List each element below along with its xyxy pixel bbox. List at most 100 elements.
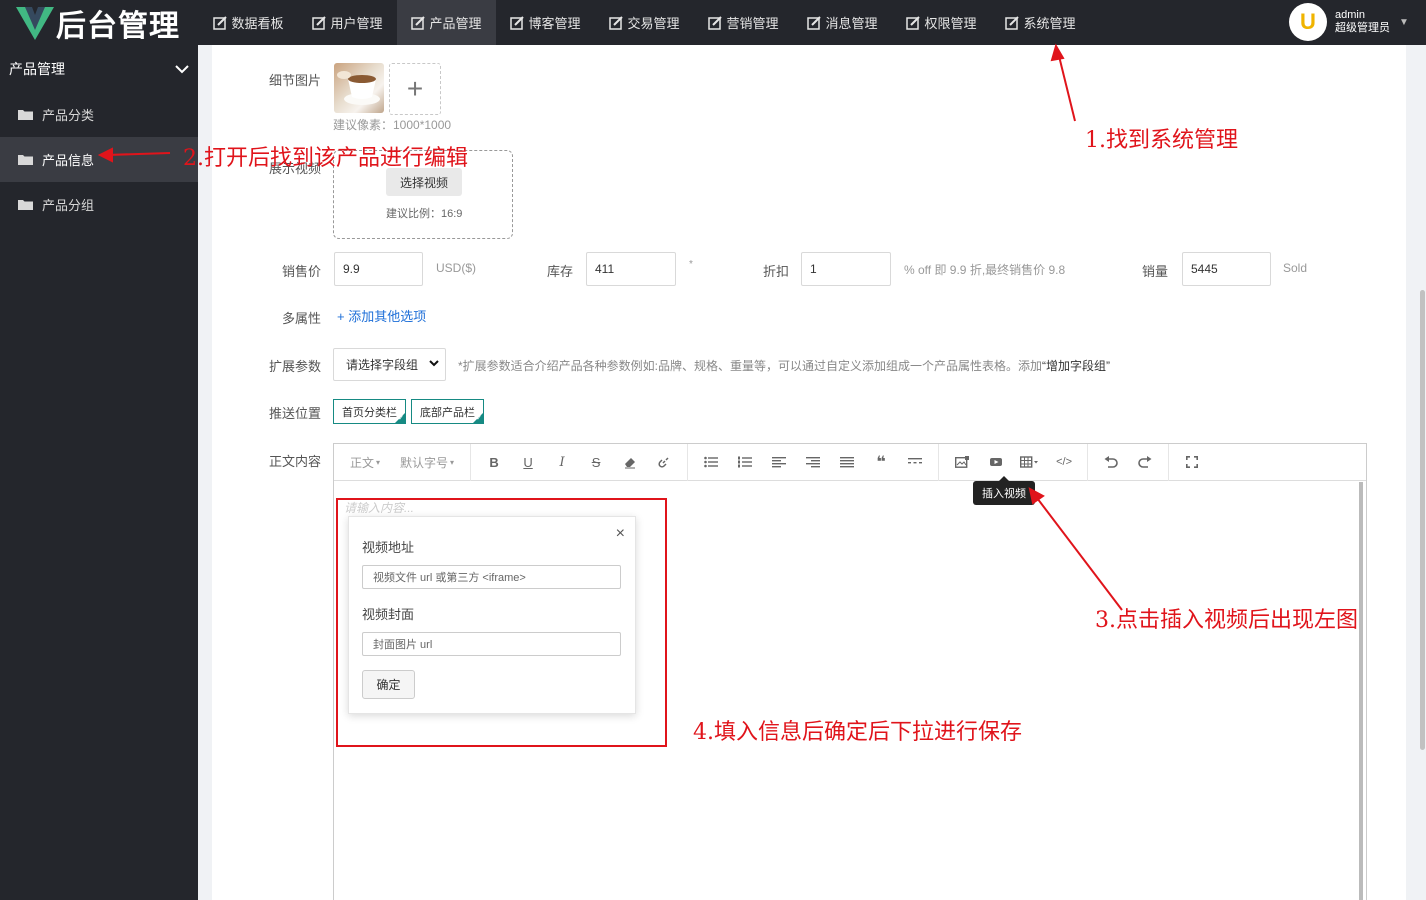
discount-input[interactable]: 1 xyxy=(801,252,891,286)
push-tag-bottom[interactable]: 底部产品栏 ✓ xyxy=(411,399,484,424)
insert-video-icon[interactable] xyxy=(979,444,1013,481)
folder-icon xyxy=(18,155,33,165)
nav-label: 系统管理 xyxy=(1023,16,1076,31)
page-scrollbar[interactable] xyxy=(1420,290,1425,750)
folder-icon xyxy=(18,200,33,210)
edit-icon xyxy=(807,15,822,30)
nav-item-users[interactable]: 用户管理 xyxy=(298,0,397,45)
detail-images-hint: 建议像素：1000*1000 xyxy=(333,118,452,132)
ext-params-hint: *扩展参数适合介绍产品各种参数例如:品牌、规格、重量等，可以通过自定义添加组成一… xyxy=(458,357,1110,374)
sidebar-item-product-info[interactable]: 产品信息 xyxy=(0,137,198,182)
undo-icon[interactable] xyxy=(1094,444,1128,481)
sidebar-item-category[interactable]: 产品分类 xyxy=(0,92,198,137)
nav-item-permissions[interactable]: 权限管理 xyxy=(892,0,991,45)
nav-label: 营销管理 xyxy=(726,16,779,31)
add-option-label: 添加其他选项 xyxy=(348,309,427,324)
sidebar-item-label: 产品分类 xyxy=(42,108,95,123)
numbered-list-icon[interactable] xyxy=(728,444,762,481)
sidebar-item-label: 产品信息 xyxy=(42,153,95,168)
edit-icon xyxy=(609,15,624,30)
ext-params-label: 扩展参数 xyxy=(269,359,322,374)
nav-label: 权限管理 xyxy=(924,16,977,31)
sidebar-title: 产品管理 xyxy=(9,60,65,77)
nav-item-dashboard[interactable]: 数据看板 xyxy=(199,0,298,45)
annotation-step4: 4.填入信息后确定后下拉进行保存 xyxy=(693,720,1022,745)
nav-item-trade[interactable]: 交易管理 xyxy=(595,0,694,45)
align-right-icon[interactable] xyxy=(796,444,830,481)
nav-label: 产品管理 xyxy=(429,16,482,31)
nav-item-products[interactable]: 产品管理 xyxy=(397,0,496,45)
check-icon: ✓ xyxy=(476,415,482,422)
price-input[interactable]: 9.9 xyxy=(334,252,423,286)
chevron-down-icon xyxy=(175,64,189,73)
bold-icon[interactable]: B xyxy=(477,444,511,481)
nav-item-messages[interactable]: 消息管理 xyxy=(793,0,892,45)
nav-label: 用户管理 xyxy=(330,16,383,31)
nav-label: 交易管理 xyxy=(627,16,680,31)
sidebar-item-group[interactable]: 产品分组 xyxy=(0,182,198,227)
align-left-icon[interactable] xyxy=(762,444,796,481)
product-thumbnail[interactable] xyxy=(334,63,384,113)
user-role: 超级管理员 xyxy=(1335,22,1390,34)
push-position-label: 推送位置 xyxy=(269,406,322,421)
edit-icon xyxy=(906,15,921,30)
push-tag-home[interactable]: 首页分类栏 ✓ xyxy=(333,399,406,424)
align-justify-icon[interactable] xyxy=(830,444,864,481)
font-size-dropdown[interactable]: 默认字号 ▾ xyxy=(390,444,464,481)
plus-icon: + xyxy=(337,309,349,324)
edit-icon xyxy=(213,15,228,30)
choose-video-button[interactable]: 选择视频 xyxy=(386,168,462,196)
attributes-label: 多属性 xyxy=(282,311,322,326)
caret-down-icon: ▾ xyxy=(376,457,381,467)
user-menu[interactable]: U admin 超级管理员 ▼ xyxy=(1289,3,1409,41)
nav-item-marketing[interactable]: 营销管理 xyxy=(694,0,793,45)
edit-icon xyxy=(510,15,525,30)
edit-icon xyxy=(312,15,327,30)
annotation-step3: 3.点击插入视频后出现左图 xyxy=(1095,608,1358,633)
edit-icon xyxy=(708,15,723,30)
bullet-list-icon[interactable] xyxy=(694,444,728,481)
code-icon[interactable]: </> xyxy=(1047,444,1081,481)
fullscreen-icon[interactable] xyxy=(1175,444,1209,481)
discount-hint: % off 即 9.9 折,最终销售价 9.8 xyxy=(904,263,1066,277)
price-unit: USD($) xyxy=(436,261,477,275)
redo-icon[interactable] xyxy=(1128,444,1162,481)
user-name: admin xyxy=(1335,9,1365,21)
strikethrough-icon[interactable]: S xyxy=(579,444,613,481)
video-ratio-hint: 建议比例：16:9 xyxy=(386,208,463,220)
push-tag-label: 首页分类栏 xyxy=(342,406,397,419)
edit-icon xyxy=(1005,15,1020,30)
sales-input[interactable]: 5445 xyxy=(1182,252,1271,286)
link-icon[interactable] xyxy=(647,444,681,481)
add-image-button[interactable]: + xyxy=(389,63,441,115)
blockquote-icon[interactable]: ❝ xyxy=(864,444,898,481)
nav-item-system[interactable]: 系统管理 xyxy=(991,0,1090,45)
nav-label: 数据看板 xyxy=(231,16,284,31)
italic-icon[interactable]: I xyxy=(545,444,579,481)
app-logo[interactable]: 后台管理 xyxy=(16,4,180,44)
vue-logo-icon xyxy=(16,7,54,40)
divider-icon[interactable] xyxy=(898,444,932,481)
heading-dropdown-label: 正文 xyxy=(350,455,375,470)
field-group-select[interactable]: 请选择字段组 xyxy=(333,348,446,381)
stock-input[interactable]: 411 xyxy=(586,252,676,286)
sidebar-group-header[interactable]: 产品管理 xyxy=(0,45,198,92)
table-icon[interactable] xyxy=(1013,444,1047,481)
underline-icon[interactable]: U xyxy=(511,444,545,481)
check-icon: ✓ xyxy=(398,415,404,422)
edit-icon xyxy=(411,15,426,30)
stock-label: 库存 xyxy=(547,264,574,279)
logo-text: 后台管理 xyxy=(56,9,180,44)
top-nav: 数据看板 用户管理 产品管理 博客管理 交易管理 营销管理 消息管理 权限管理 xyxy=(199,0,1090,45)
image-icon[interactable] xyxy=(945,444,979,481)
folder-icon xyxy=(18,110,33,120)
editor-scrollbar[interactable] xyxy=(1359,482,1363,900)
nav-item-blog[interactable]: 博客管理 xyxy=(496,0,595,45)
stock-required-mark: * xyxy=(689,259,693,270)
eraser-icon[interactable] xyxy=(613,444,647,481)
heading-dropdown[interactable]: 正文 ▾ xyxy=(340,444,390,481)
add-option-link[interactable]: + 添加其他选项 xyxy=(337,306,426,325)
body-content-label: 正文内容 xyxy=(269,454,322,469)
ext-params-hint-bold: “增加字段组” xyxy=(1042,359,1111,373)
annotation-step2: 2.打开后找到该产品进行编辑 xyxy=(183,146,468,171)
